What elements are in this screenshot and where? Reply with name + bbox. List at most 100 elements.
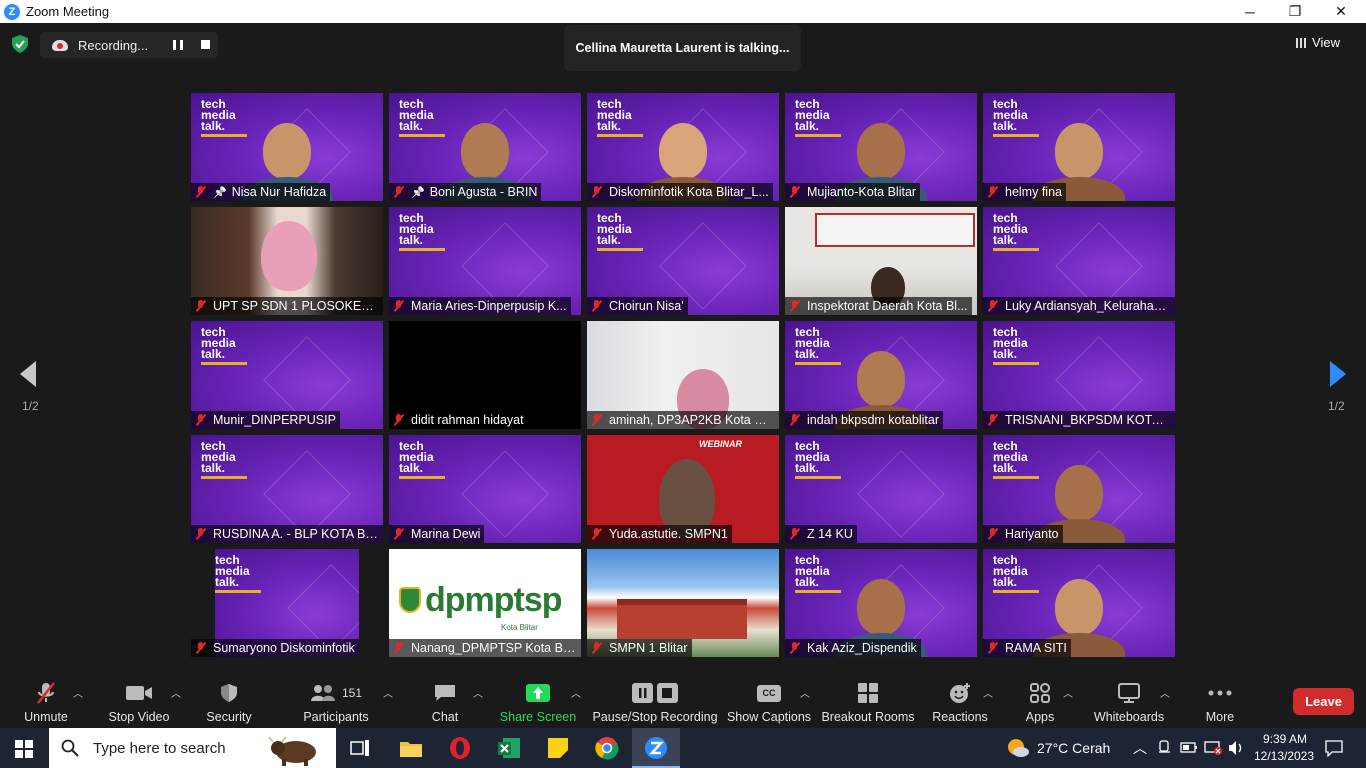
video-options-chevron-icon[interactable]: ︿ [171,685,181,700]
participant-name-label: Inspektorat Daerah Kota Bl... [785,297,972,315]
apps-options-chevron-icon[interactable]: ︿ [1063,685,1073,700]
participant-video-tile[interactable]: dpmptsp Kota Blitar Nanang_DPMPTSP Kota Bl… [389,549,581,657]
minimize-button[interactable]: ─ [1227,0,1273,23]
participant-video-tile[interactable]: tech media talk. RAMA SITI [983,549,1175,657]
security-shield-icon [221,684,237,702]
file-explorer-icon[interactable] [397,734,425,762]
muted-mic-icon [987,642,999,654]
meet-now-icon[interactable] [1158,740,1172,756]
participant-video-tile[interactable]: tech media talk. Z 14 KU [785,435,977,543]
previous-page-arrow-icon[interactable] [14,359,44,389]
weather-text[interactable]: 27°C Cerah [1037,740,1110,756]
opera-browser-icon[interactable] [446,734,474,762]
chat-button[interactable]: Chat [425,673,465,728]
battery-icon[interactable] [1180,741,1198,755]
participant-video-tile[interactable]: tech media talk. Diskominfotik Kota Blitar_… [587,93,779,201]
dpmptsp-subtitle: Kota Blitar [501,623,538,632]
participant-video-tile[interactable]: tech media talk. Choirun Nisa' [587,207,779,315]
chat-options-chevron-icon[interactable]: ︿ [473,685,483,700]
participant-name-label: helmy fina [983,183,1066,201]
breakout-rooms-button[interactable]: Breakout Rooms [821,673,915,728]
participant-video-tile[interactable]: UPT SP SDN 1 PLOSOKERE... [191,207,383,315]
muted-mic-icon [591,642,603,654]
volume-icon[interactable] [1228,740,1244,756]
share-screen-button[interactable]: Share Screen [499,673,577,728]
tech-media-talk-logo: tech media talk. [993,440,1039,479]
muted-mic-icon [195,528,207,540]
participant-video-tile[interactable]: tech media talk. helmy fina [983,93,1175,201]
tech-media-talk-logo: tech media talk. [201,98,247,137]
unmute-button[interactable]: Unmute [20,673,72,728]
stop-recording-icon[interactable] [201,40,210,49]
pause-stop-recording-button[interactable]: Pause/Stop Recording [592,673,718,728]
more-button[interactable]: More [1200,673,1240,728]
muted-mic-icon [393,186,405,198]
share-screen-label: Share Screen [499,710,577,724]
participant-video-tile[interactable]: tech media talk. Maria Aries-Dinperpusip K.… [389,207,581,315]
whiteboards-options-chevron-icon[interactable]: ︿ [1160,685,1170,700]
muted-mic-icon [393,528,405,540]
participant-video-tile[interactable]: tech media talk. Hariyanto [983,435,1175,543]
network-icon[interactable] [1204,739,1224,757]
notifications-icon[interactable] [1325,739,1343,757]
participant-video-tile[interactable]: tech media talk. 📌 Nisa Nur Hafidza [191,93,383,201]
next-page-arrow-icon[interactable] [1322,359,1352,389]
dpmptsp-emblem-icon [399,587,421,613]
whiteboards-button[interactable]: Whiteboards [1094,673,1164,728]
muted-mic-icon [789,642,801,654]
clock-time[interactable]: 9:39 AM [1257,732,1313,746]
zoom-taskbar-button[interactable] [632,728,680,768]
participant-name: UPT SP SDN 1 PLOSOKERE... [213,299,379,313]
participant-video-tile[interactable]: aminah, DP3AP2KB Kota Bli... [587,321,779,429]
participant-video-tile[interactable]: tech media talk. Sumaryono Diskominfotik [191,549,383,657]
sticky-notes-icon[interactable] [544,734,572,762]
pin-icon: 📌 [213,186,227,199]
participant-video-tile[interactable]: Inspektorat Daerah Kota Bl... [785,207,977,315]
participant-video-tile[interactable]: tech media talk. Marina Dewi [389,435,581,543]
show-captions-label: Show Captions [726,710,812,724]
apps-button[interactable]: Apps [1024,673,1056,728]
tech-media-talk-logo: tech media talk. [201,326,247,365]
participant-video-tile[interactable]: SMPN 1 Blitar [587,549,779,657]
reactions-button[interactable]: Reactions [932,673,988,728]
participant-video-tile[interactable]: tech media talk. 📌 Boni Agusta - BRIN [389,93,581,201]
active-speaker-banner: Cellina Mauretta Laurent is talking... [564,25,801,71]
task-view-icon[interactable] [346,734,374,762]
participant-video-tile[interactable]: tech media talk. Munir_DINPERPUSIP [191,321,383,429]
clock-date[interactable]: 12/13/2023 [1251,749,1317,763]
view-button[interactable]: View [1296,35,1340,50]
participant-video-tile[interactable]: WEBINAR Yuda.astutie. SMPN1 [587,435,779,543]
participants-options-chevron-icon[interactable]: ︿ [383,685,393,700]
search-icon [61,739,79,757]
security-button[interactable]: Security [204,673,254,728]
excel-icon[interactable] [495,734,523,762]
participant-video-tile[interactable]: tech media talk. Luky Ardiansyah_Kelurahan.… [983,207,1175,315]
stop-video-button[interactable]: Stop Video [106,673,172,728]
reactions-options-chevron-icon[interactable]: ︿ [983,685,993,700]
muted-mic-icon [195,186,207,198]
show-captions-button[interactable]: CC Show Captions [726,673,812,728]
chrome-browser-icon[interactable] [593,734,621,762]
participant-video-tile[interactable]: tech media talk. TRISNANI_BKPSDM KOTA B... [983,321,1175,429]
pause-recording-icon[interactable] [173,40,183,50]
tech-media-talk-logo: tech media talk. [399,98,445,137]
tray-overflow-chevron-icon[interactable]: ︿ [1133,738,1147,758]
captions-options-chevron-icon[interactable]: ︿ [800,685,810,700]
participant-name-label: aminah, DP3AP2KB Kota Bli... [587,411,779,429]
leave-button[interactable]: Leave [1293,688,1354,715]
participant-video-tile[interactable]: tech media talk. indah bkpsdm kotablitar [785,321,977,429]
participant-video-tile[interactable]: tech media talk. RUSDINA A. - BLP KOTA BLI.… [191,435,383,543]
taskbar-search-box[interactable]: Type here to search [49,728,336,768]
encryption-shield-icon[interactable] [12,35,28,53]
participant-name: Nanang_DPMPTSP Kota Bli... [411,641,577,655]
audio-options-chevron-icon[interactable]: ︿ [73,685,83,700]
share-options-chevron-icon[interactable]: ︿ [571,685,581,700]
close-button[interactable]: ✕ [1318,0,1364,23]
participant-video-tile[interactable]: tech media talk. Kak Aziz_Dispendik [785,549,977,657]
muted-mic-icon [393,642,405,654]
maximize-button[interactable]: ❐ [1272,0,1318,23]
participants-button[interactable]: 151 Participants [303,673,369,728]
participant-video-tile[interactable]: didit rahman hidayat [389,321,581,429]
participant-video-tile[interactable]: tech media talk. Mujianto-Kota Blitar [785,93,977,201]
windows-start-icon[interactable] [15,740,33,758]
